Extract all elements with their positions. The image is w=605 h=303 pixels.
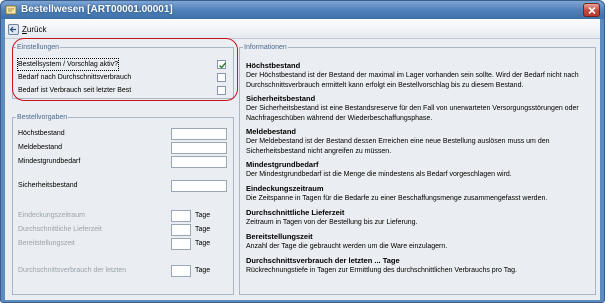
- info-text: Der Mindestgrundbedarf ist die Menge die…: [246, 171, 512, 178]
- field-label: Durchschnittsverbrauch der letzten: [18, 267, 127, 274]
- back-button[interactable]: Zurück: [8, 21, 58, 37]
- info-title: Sicherheitsbestand: [246, 94, 316, 103]
- field-sicherheitsbestand: Sicherheitsbestand: [18, 180, 230, 192]
- info-text: Der Meldebestand ist der Bestand dessen …: [246, 138, 550, 155]
- bereitstellungszeit-input[interactable]: [171, 238, 191, 250]
- field-lieferzeit: Durchschnittliche Lieferzeit Tage: [18, 224, 230, 236]
- field-label: Bereitstellungszeit: [18, 240, 75, 247]
- info-title: Bereitstellungszeit: [246, 232, 313, 241]
- sicherheitsbestand-input[interactable]: [171, 180, 227, 192]
- field-bereitstellungszeit: Bereitstellungszeit Tage: [18, 238, 230, 250]
- window-title: Bestellwesen [ART00001.00001]: [21, 4, 173, 15]
- back-button-label: Zurück: [22, 24, 47, 34]
- lieferzeit-input[interactable]: [171, 224, 191, 236]
- defaults-group: Bestellvorgaben Höchstbestand Meldebesta…: [12, 113, 234, 295]
- back-arrow-icon: [8, 23, 19, 35]
- info-title: Eindeckungszeitraum: [246, 184, 324, 193]
- close-button[interactable]: [583, 3, 600, 17]
- info-title: Mindestgrundbedarf: [246, 160, 319, 169]
- info-title: Durchschnittliche Lieferzeit: [246, 208, 345, 217]
- info-title: Höchstbestand: [246, 61, 301, 70]
- settings-group: Einstellungen Bestellsystem / Vorschlag …: [12, 43, 234, 99]
- checkbox-label: Bedarf nach Durchschnittsverbrauch: [18, 74, 132, 81]
- info-group: Informationen Höchstbestand Der Höchstbe…: [239, 43, 596, 295]
- info-text: Der Höchstbestand ist der Bestand der ma…: [246, 72, 579, 89]
- unit-label: Tage: [195, 226, 211, 233]
- checkmark-icon: [219, 62, 227, 69]
- checkbox-box[interactable]: [217, 86, 226, 95]
- checkbox-bedarf-durchschnitt[interactable]: Bedarf nach Durchschnittsverbrauch: [18, 72, 228, 83]
- info-title: Durchschnittsverbrauch der letzten ... T…: [246, 256, 400, 265]
- info-text: Zeitraum in Tagen von der Bestellung bis…: [246, 219, 418, 226]
- field-label: Höchstbestand: [18, 130, 65, 137]
- field-label: Sicherheitsbestand: [18, 182, 78, 189]
- field-label: Meldebestand: [18, 144, 62, 151]
- durchschnittsverbrauch-input[interactable]: [171, 265, 191, 277]
- mindestgrundbedarf-input[interactable]: [171, 156, 227, 168]
- field-label: Eindeckungszeitraum: [18, 212, 85, 219]
- unit-label: Tage: [195, 212, 211, 219]
- unit-label: Tage: [195, 240, 211, 247]
- field-hoechstbestand: Höchstbestand: [18, 128, 230, 140]
- info-text: Die Zeitspanne in Tagen für die Bedarfe …: [246, 195, 548, 202]
- checkbox-bestellsystem-aktiv[interactable]: Bestellsystem / Vorschlag aktiv?: [17, 58, 228, 71]
- info-title: Meldebestand: [246, 127, 297, 136]
- field-eindeckungszeitraum: Eindeckungszeitraum Tage: [18, 210, 230, 222]
- field-mindestgrundbedarf: Mindestgrundbedarf: [18, 156, 230, 168]
- hoechstbestand-input[interactable]: [171, 128, 227, 140]
- field-durchschnittsverbrauch: Durchschnittsverbrauch der letzten Tage: [18, 265, 230, 277]
- field-meldebestand: Meldebestand: [18, 142, 230, 154]
- settings-legend: Einstellungen: [16, 43, 61, 52]
- info-text: Anzahl der Tage die gebraucht werden um …: [246, 243, 448, 250]
- defaults-legend: Bestellvorgaben: [16, 113, 69, 122]
- eindeckungszeitraum-input[interactable]: [171, 210, 191, 222]
- unit-label: Tage: [195, 267, 211, 274]
- meldebestand-input[interactable]: [171, 142, 227, 154]
- close-icon: [588, 7, 596, 14]
- info-legend: Informationen: [243, 43, 288, 52]
- info-text: Der Sicherheitsbestand ist eine Bestands…: [246, 105, 579, 122]
- checkbox-bedarf-verbrauch[interactable]: Bedarf ist Verbrauch seit letzter Best: [18, 85, 228, 96]
- bestellwesen-window: Bestellwesen [ART00001.00001] Zurück Ein…: [0, 0, 605, 303]
- field-label: Mindestgrundbedarf: [18, 158, 81, 165]
- toolbar: Zurück: [5, 19, 600, 39]
- checkbox-label: Bedarf ist Verbrauch seit letzter Best: [18, 87, 132, 94]
- checkbox-box[interactable]: [217, 60, 227, 69]
- info-text: Rückrechnungstiefe in Tagen zur Ermittlu…: [246, 267, 517, 274]
- app-icon: [5, 5, 17, 15]
- window-client-area: Zurück Einstellungen Bestellsystem / Vor…: [5, 19, 600, 300]
- field-label: Durchschnittliche Lieferzeit: [18, 226, 102, 233]
- title-bar[interactable]: Bestellwesen [ART00001.00001]: [1, 1, 604, 19]
- checkbox-box[interactable]: [217, 73, 226, 82]
- checkbox-label: Bestellsystem / Vorschlag aktiv?: [17, 58, 119, 71]
